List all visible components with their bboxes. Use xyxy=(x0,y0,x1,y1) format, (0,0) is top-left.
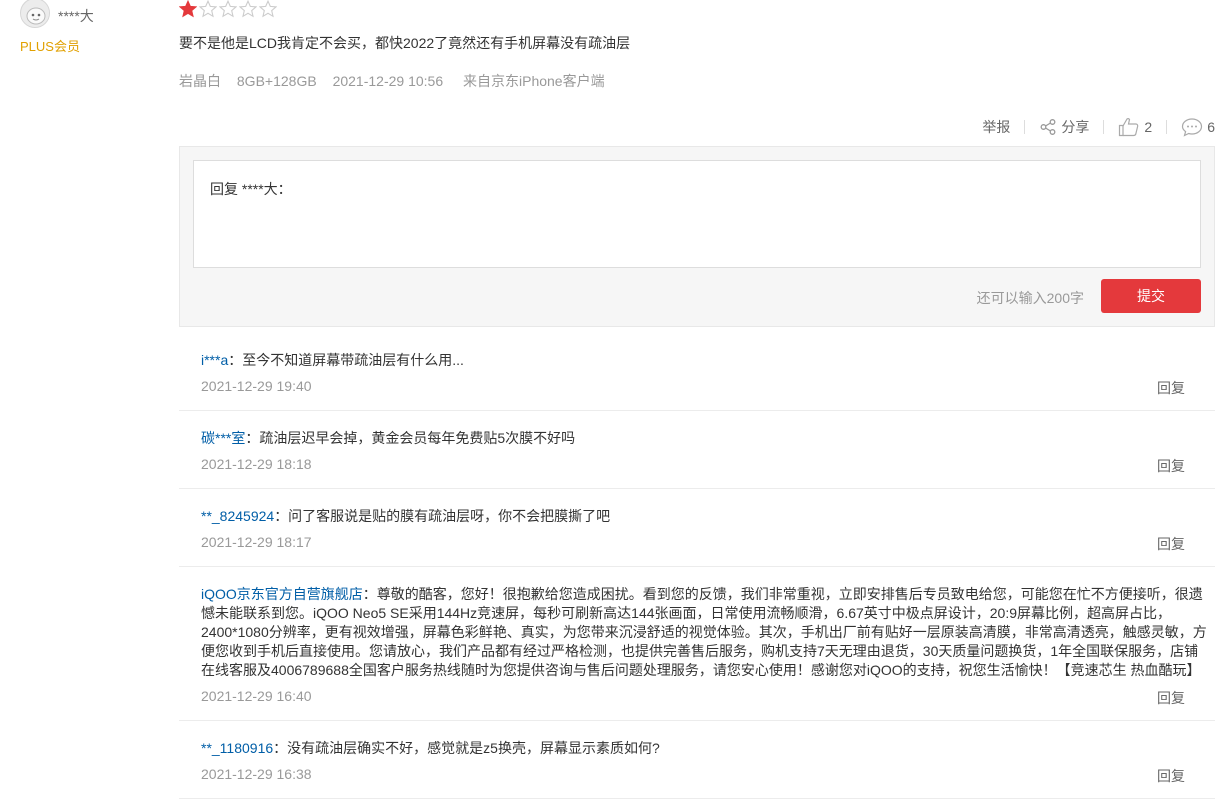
like-count: 2 xyxy=(1144,119,1153,135)
submit-button[interactable]: 提交 xyxy=(1101,279,1201,313)
star-empty-icon xyxy=(239,0,257,18)
reviewer-name: ****大 xyxy=(58,8,94,24)
star-filled-icon xyxy=(179,0,197,18)
share-label: 分享 xyxy=(1061,119,1090,135)
star-rating xyxy=(179,0,277,18)
comment-button[interactable]: 6 xyxy=(1181,117,1215,137)
comment-icon xyxy=(1181,117,1203,137)
review-time: 2021-12-29 10:56 xyxy=(332,73,444,89)
star-empty-icon xyxy=(219,0,237,18)
review-content: 要不是他是LCD我肯定不会买，都快2022了竟然还有手机屏幕没有疏油层 xyxy=(179,35,631,51)
review-meta: 岩晶白 8GB+128GB 2021-12-29 10:56 来自京东iPhon… xyxy=(179,71,617,91)
reply-author[interactable]: i***a xyxy=(201,352,228,368)
comment-count: 6 xyxy=(1207,119,1215,135)
reply-time: 2021-12-29 18:17 xyxy=(201,534,312,550)
reply-button[interactable]: 回复 xyxy=(1157,456,1185,476)
reply-author[interactable]: **_8245924 xyxy=(201,508,274,524)
reply-body: ：问了客服说是贴的膜有疏油层呀，你不会把膜撕了吧 xyxy=(274,508,611,524)
reply-textarea[interactable]: 回复 ****大： xyxy=(193,160,1201,268)
star-empty-icon xyxy=(199,0,217,18)
reply-button[interactable]: 回复 xyxy=(1157,378,1185,398)
reply-time: 2021-12-29 16:38 xyxy=(201,766,312,782)
share-button[interactable]: 分享 xyxy=(1039,117,1089,137)
reply-time: 2021-12-29 19:40 xyxy=(201,378,312,394)
review-source: 来自京东iPhone客户端 xyxy=(463,73,605,89)
divider xyxy=(1103,120,1105,134)
reply-text: i***a：至今不知道屏幕带疏油层有什么用... xyxy=(201,351,1215,370)
char-remaining: 还可以输入200字 xyxy=(976,290,1084,306)
product-spec: 8GB+128GB xyxy=(236,73,317,89)
reply-item: iQOO京东官方自营旗舰店：尊敬的酷客，您好！很抱歉给您造成困扰。看到您的反馈，… xyxy=(179,567,1215,721)
reply-text: **_1180916：没有疏油层确实不好，感觉就是z5换壳，屏幕显示素质如何? xyxy=(201,739,1215,758)
reply-text: iQOO京东官方自营旗舰店：尊敬的酷客，您好！很抱歉给您造成困扰。看到您的反馈，… xyxy=(201,585,1215,680)
divider xyxy=(1024,120,1026,134)
reply-item: i***a：至今不知道屏幕带疏油层有什么用... 2021-12-29 19:4… xyxy=(179,333,1215,411)
report-label: 举报 xyxy=(982,119,1011,135)
reply-button[interactable]: 回复 xyxy=(1157,688,1185,708)
reply-button[interactable]: 回复 xyxy=(1157,766,1185,786)
reply-button[interactable]: 回复 xyxy=(1157,534,1185,554)
reply-form: 回复 ****大： 还可以输入200字 提交 xyxy=(179,146,1215,327)
reply-author[interactable]: **_1180916 xyxy=(201,740,273,756)
review-actions: 举报 分享 2 6 xyxy=(982,116,1215,138)
reply-item: **_8245924：问了客服说是贴的膜有疏油层呀，你不会把膜撕了吧 2021-… xyxy=(179,489,1215,567)
reply-time: 2021-12-29 16:40 xyxy=(201,688,312,704)
reply-text: **_8245924：问了客服说是贴的膜有疏油层呀，你不会把膜撕了吧 xyxy=(201,507,1215,526)
reply-list: i***a：至今不知道屏幕带疏油层有什么用... 2021-12-29 19:4… xyxy=(179,333,1215,799)
reply-text: 碳***室：疏油层迟早会掉，黄金会员每年免费贴5次膜不好吗 xyxy=(201,429,1215,448)
star-empty-icon xyxy=(259,0,277,18)
divider xyxy=(1166,120,1168,134)
thumbs-up-icon xyxy=(1118,117,1140,137)
reply-time: 2021-12-29 18:18 xyxy=(201,456,312,472)
reply-body: ：疏油层迟早会掉，黄金会员每年免费贴5次膜不好吗 xyxy=(245,430,576,446)
avatar[interactable] xyxy=(20,0,50,28)
report-button[interactable]: 举报 xyxy=(982,117,1010,137)
plus-member-badge: PLUS会员 xyxy=(20,39,80,54)
product-color: 岩晶白 xyxy=(179,73,221,89)
share-icon xyxy=(1039,118,1057,136)
like-button[interactable]: 2 xyxy=(1118,117,1152,137)
reply-author[interactable]: iQOO京东官方自营旗舰店 xyxy=(201,586,363,602)
reply-item: 碳***室：疏油层迟早会掉，黄金会员每年免费贴5次膜不好吗 2021-12-29… xyxy=(179,411,1215,489)
reply-author[interactable]: 碳***室 xyxy=(201,430,245,446)
reply-body: ：至今不知道屏幕带疏油层有什么用... xyxy=(228,352,464,368)
reply-item: **_1180916：没有疏油层确实不好，感觉就是z5换壳，屏幕显示素质如何? … xyxy=(179,721,1215,799)
reply-body: ：没有疏油层确实不好，感觉就是z5换壳，屏幕显示素质如何? xyxy=(273,740,660,756)
